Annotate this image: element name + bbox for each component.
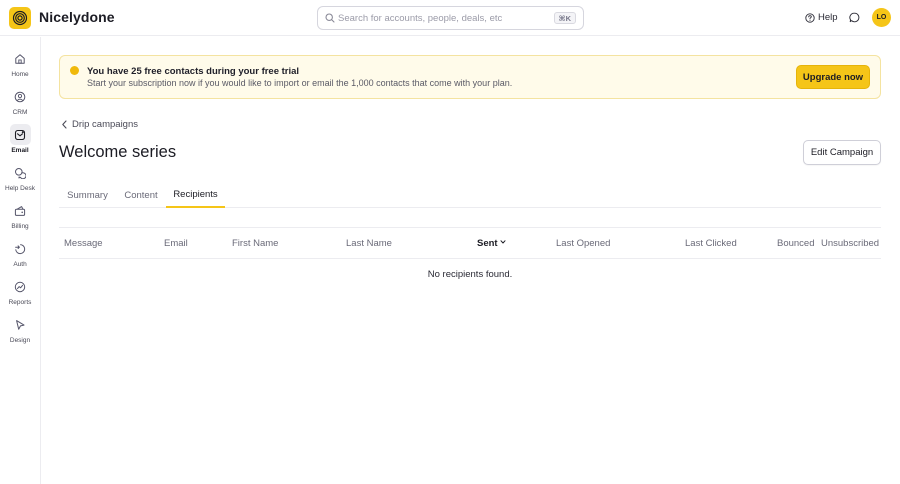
column-header-last-opened[interactable]: Last Opened [556,238,610,249]
billing-icon [10,200,31,221]
tab-bar: Summary Content Recipients [59,182,881,208]
top-bar: Nicelydone ⌘K Help LO [0,0,900,36]
sidebar-item-design[interactable]: Design [0,313,40,349]
recipients-table-header: Message Email First Name Last Name Sent … [59,227,881,259]
user-avatar[interactable]: LO [872,8,891,27]
sidebar-item-label: Email [11,147,29,154]
banner-text: Start your subscription now if you would… [87,78,513,88]
search-shortcut-badge: ⌘K [553,12,576,24]
empty-state-message: No recipients found. [427,269,513,280]
help-label: Help [818,12,838,23]
search-icon [325,13,335,23]
column-header-last-name[interactable]: Last Name [346,238,392,249]
reports-icon [10,276,31,297]
help-button[interactable]: Help [805,12,838,23]
sidebar-item-label: Help Desk [5,185,35,192]
trial-banner: You have 25 free contacts during your fr… [59,55,881,99]
upgrade-button[interactable]: Upgrade now [796,65,870,89]
help-desk-icon [10,162,31,183]
home-icon [10,48,31,69]
page-title: Welcome series [59,143,177,161]
edit-campaign-button[interactable]: Edit Campaign [803,140,881,165]
chevron-left-icon [62,120,67,129]
sidebar-item-auth[interactable]: Auth [0,237,40,273]
spiral-logo-icon[interactable] [9,7,31,29]
chevron-down-icon [500,240,506,244]
sidebar-item-email[interactable]: Email [0,123,40,159]
design-icon [10,314,31,335]
sidebar-item-label: CRM [12,109,28,116]
tab-summary[interactable]: Summary [59,182,116,208]
question-circle-icon [805,12,815,23]
sidebar-item-home[interactable]: Home [0,47,40,83]
sidebar: Home CRM Email Help Desk Billing Auth Re… [0,37,41,484]
column-header-bounced[interactable]: Bounced [777,238,815,249]
crm-icon [10,86,31,107]
chat-bubble-icon[interactable] [849,12,860,23]
column-header-sent[interactable]: Sent [477,238,506,249]
column-header-email[interactable]: Email [164,238,188,249]
sidebar-item-crm[interactable]: CRM [0,85,40,121]
column-header-first-name[interactable]: First Name [232,238,278,249]
sidebar-item-label: Design [9,337,31,344]
banner-title: You have 25 free contacts during your fr… [87,66,300,77]
sidebar-item-help-desk[interactable]: Help Desk [0,161,40,197]
app-name: Nicelydone [39,9,115,25]
sidebar-item-billing[interactable]: Billing [0,199,40,235]
sidebar-item-reports[interactable]: Reports [0,275,40,311]
sidebar-item-label: Billing [11,223,29,230]
search-box[interactable]: ⌘K [317,6,584,30]
tab-content[interactable]: Content [116,182,166,208]
column-header-unsubscribed[interactable]: Unsubscribed [821,238,879,249]
email-icon [9,124,31,145]
breadcrumb-link[interactable]: Drip campaigns [72,119,138,130]
auth-icon [10,238,31,259]
tab-recipients[interactable]: Recipients [166,182,225,208]
column-header-message[interactable]: Message [64,238,103,249]
column-header-sent-label: Sent [477,238,498,249]
breadcrumb[interactable]: Drip campaigns [61,119,138,130]
info-dot-icon [70,66,79,75]
sidebar-item-label: Home [11,71,29,78]
sidebar-item-label: Reports [8,299,32,306]
search-input[interactable] [338,10,538,26]
column-header-last-clicked[interactable]: Last Clicked [685,238,737,249]
sidebar-item-label: Auth [13,261,27,268]
